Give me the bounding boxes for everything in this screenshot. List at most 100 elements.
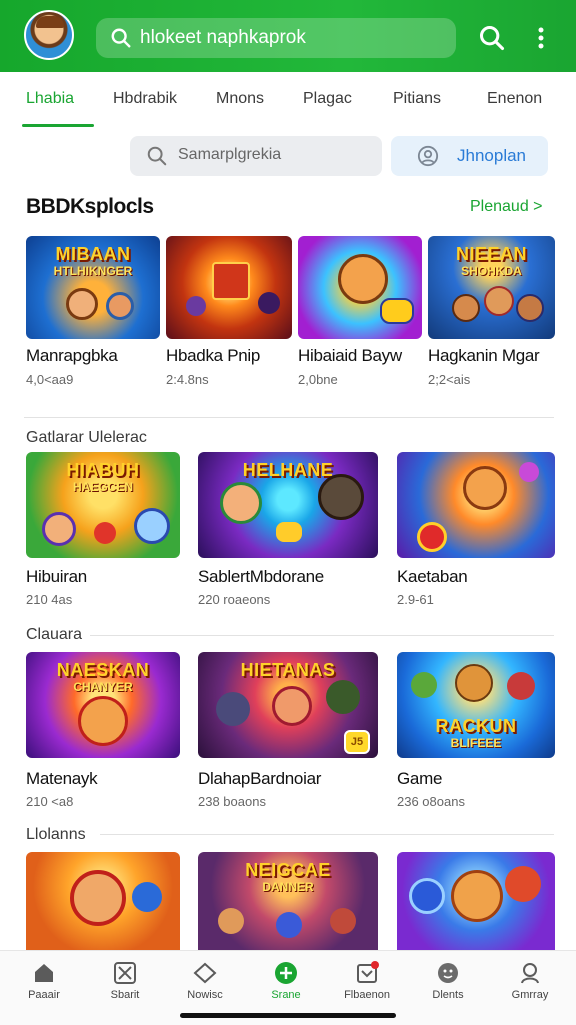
game-art-title: NIEEAN (455, 244, 527, 264)
game-meta: 210 <a8 (26, 794, 74, 809)
game-thumbnail[interactable]: NAESKAN CHANYER (26, 652, 180, 758)
game-title[interactable]: Hagkanin Mgar (428, 346, 540, 366)
game-meta: 220 roaeons (198, 592, 271, 607)
character-figure (258, 292, 280, 314)
nav-item-diamond[interactable]: Nowisc (169, 961, 241, 1013)
game-thumbnail[interactable]: NIEEAN SHOHKDA (428, 236, 555, 339)
group-label: Llolanns (26, 826, 86, 843)
game-title[interactable]: DlahapBardnoiar (198, 769, 321, 789)
character-figure (220, 482, 262, 524)
game-title[interactable]: Hbadka Pnip (166, 346, 260, 366)
character-figure (505, 866, 541, 902)
search-icon (147, 146, 167, 166)
game-title[interactable]: Kaetaban (397, 567, 468, 587)
tab-pitians[interactable]: Pitians (393, 90, 441, 108)
character-figure (330, 908, 356, 934)
nav-label: Gmrray (511, 989, 549, 1001)
character-figure (134, 508, 170, 544)
nav-item-profile[interactable]: Gmrray (494, 961, 566, 1013)
game-thumbnail[interactable]: HIETANAS J5 (198, 652, 378, 758)
game-title[interactable]: Matenayk (26, 769, 98, 789)
secondary-search-input[interactable]: Samarplgrekia (130, 136, 382, 176)
game-title[interactable]: Hibuiran (26, 567, 87, 587)
group-label: Clauara (26, 626, 83, 643)
nav-label: Nowisc (187, 989, 223, 1001)
search-icon (111, 28, 131, 48)
game-thumbnail[interactable]: HELHANE (198, 452, 378, 558)
divider (100, 834, 554, 835)
avatar[interactable] (24, 10, 74, 60)
tab-lhabia[interactable]: Lhabia (26, 90, 74, 108)
game-thumbnail[interactable] (298, 236, 422, 339)
character-figure (276, 912, 302, 938)
game-meta: 236 o8oans (397, 794, 465, 809)
nav-item-inbox[interactable]: Flbaenon (331, 961, 403, 1013)
tab-plagac[interactable]: Plagac (303, 90, 352, 108)
game-thumbnail[interactable]: HIABUH HAEGCEN (26, 452, 180, 558)
character-figure (70, 870, 126, 926)
treasure-figure (276, 522, 302, 542)
see-more-link[interactable]: Plenaud > (470, 198, 543, 216)
character-figure (106, 292, 134, 320)
nav-item-home[interactable]: Paaair (8, 961, 80, 1013)
game-art-subtitle: CHANYER (73, 680, 133, 694)
monster-figure (318, 474, 364, 520)
orb-figure (519, 462, 539, 482)
nav-label: Paaair (28, 989, 60, 1001)
game-meta: 4,0<aa9 (26, 372, 74, 387)
game-title[interactable]: Hibaiaid Bayw (298, 346, 402, 366)
game-meta: 238 boaons (198, 794, 266, 809)
game-meta: 2.9-61 (397, 592, 434, 607)
nav-label: Dlents (432, 989, 464, 1001)
nav-item-grid[interactable]: Sbarit (89, 961, 161, 1013)
nav-label: Srane (271, 989, 301, 1001)
nav-item-create[interactable]: Srane (250, 961, 322, 1013)
active-tab-indicator (22, 124, 94, 127)
tab-enenon[interactable]: Enenon (487, 90, 542, 108)
top-app-bar: hlokeet naphkaprok (0, 0, 576, 72)
inbox-icon (357, 961, 379, 983)
castle-figure (212, 262, 250, 300)
character-figure (455, 664, 493, 702)
search-icon[interactable] (478, 24, 506, 52)
orb-figure (409, 878, 445, 914)
character-figure (66, 288, 98, 320)
tab-hbdrabik[interactable]: Hbdrabik (113, 90, 177, 108)
person-icon (521, 963, 539, 984)
game-thumbnail[interactable] (397, 452, 555, 558)
profile-label: Jhnoplan (457, 146, 527, 165)
game-art-title: MIBAAN (55, 244, 131, 264)
orb-figure (132, 882, 162, 912)
person-icon (417, 145, 439, 167)
game-art-title: HIABUH (66, 460, 140, 480)
game-thumbnail[interactable]: MIBAAN HTLHIKNGER (26, 236, 160, 339)
game-thumbnail[interactable]: NEIGCAE DANNER (198, 852, 378, 950)
character-figure (78, 696, 128, 746)
more-vert-icon[interactable] (530, 24, 552, 52)
shield-figure (417, 522, 447, 552)
creature-figure (380, 298, 414, 324)
character-figure (507, 672, 535, 700)
game-thumbnail[interactable] (397, 852, 555, 950)
character-figure (451, 870, 503, 922)
game-thumbnail[interactable]: RACKUN BLIFEEE (397, 652, 555, 758)
character-figure (338, 254, 388, 304)
category-tabs: Lhabia Hbdrabik Mnons Plagac Pitians Ene… (0, 72, 576, 128)
search-bar[interactable]: hlokeet naphkaprok (96, 18, 456, 58)
game-art-subtitle: SHOHKDA (461, 264, 522, 278)
home-indicator[interactable] (180, 1013, 396, 1018)
game-thumbnail[interactable] (26, 852, 180, 950)
tab-mnons[interactable]: Mnons (216, 90, 264, 108)
game-title[interactable]: Game (397, 769, 442, 789)
character-figure (272, 686, 312, 726)
character-figure (411, 672, 437, 698)
smile-icon (438, 963, 458, 983)
profile-button[interactable]: Jhnoplan (391, 136, 548, 176)
avatar-hat (36, 16, 64, 28)
nav-item-social[interactable]: Dlents (412, 961, 484, 1013)
game-thumbnail[interactable] (166, 236, 292, 339)
game-title[interactable]: SablertMbdorane (198, 567, 324, 587)
coin-badge: J5 (344, 730, 370, 754)
game-title[interactable]: Manrapgbka (26, 346, 118, 366)
game-art-subtitle: DANNER (262, 880, 314, 894)
